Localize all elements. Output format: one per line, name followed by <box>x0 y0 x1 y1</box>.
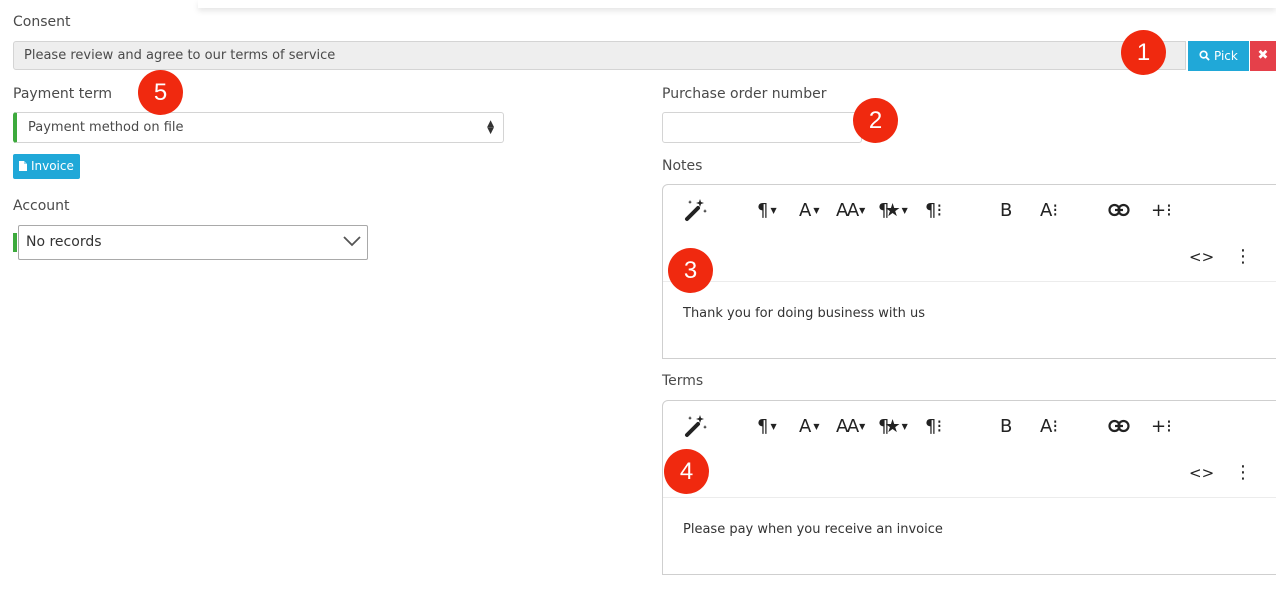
bold-button[interactable]: B <box>1000 201 1012 221</box>
link-icon <box>1108 203 1130 217</box>
more-insert-icon: +⁝ <box>1151 200 1172 221</box>
payment-term-value: Payment method on file <box>28 120 184 135</box>
more-paragraph-button[interactable]: ¶⁝ <box>925 201 942 221</box>
paragraph-style-button[interactable]: ¶★ ▼ <box>878 417 908 437</box>
consent-label: Consent <box>13 14 71 30</box>
annotation-badge-2: 2 <box>853 98 898 143</box>
more-paragraph-button[interactable]: ¶⁝ <box>925 417 942 437</box>
bold-icon: B <box>1000 416 1013 437</box>
close-icon: ✖ <box>1257 48 1269 63</box>
more-insert-button[interactable]: +⁝ <box>1151 201 1172 221</box>
more-text-icon: A⁝ <box>1040 416 1059 437</box>
account-label: Account <box>13 198 70 214</box>
font-size-button[interactable]: AA ▼ <box>836 201 865 221</box>
invoice-button-label: Invoice <box>30 159 74 173</box>
notes-content[interactable]: Thank you for doing business with us <box>683 306 925 321</box>
editor-divider <box>663 281 1276 282</box>
more-insert-icon: +⁝ <box>1151 416 1172 437</box>
more-vertical-icon: ⋮ <box>1234 246 1252 267</box>
notes-editor[interactable]: ¶ ▼ A ▼ AA ▼ ¶★ ▼ ¶⁝ B A⁝ +⁝ <> ⋮ Thank you … <box>662 184 1276 359</box>
more-text-icon: A⁝ <box>1040 200 1059 221</box>
paragraph-format-button[interactable]: ¶ ▼ <box>757 201 777 221</box>
font-family-button[interactable]: A ▼ <box>799 201 819 221</box>
font-family-icon: A <box>799 200 812 221</box>
more-text-button[interactable]: A⁝ <box>1040 201 1058 221</box>
annotation-badge-5: 5 <box>138 70 183 115</box>
terms-editor[interactable]: ¶ ▼ A ▼ AA ▼ ¶★ ▼ ¶⁝ B A⁝ +⁝ <> ⋮ Please pay… <box>662 400 1276 575</box>
link-icon <box>1108 419 1130 433</box>
magic-wand-icon[interactable] <box>683 414 709 443</box>
more-insert-button[interactable]: +⁝ <box>1151 417 1172 437</box>
sort-arrows-icon: ▲ ▼ <box>487 119 494 136</box>
font-family-button[interactable]: A ▼ <box>799 417 819 437</box>
more-text-button[interactable]: A⁝ <box>1040 417 1058 437</box>
clear-consent-button[interactable]: ✖ <box>1250 41 1276 71</box>
search-icon <box>1199 50 1210 61</box>
font-size-button[interactable]: AA ▼ <box>836 417 865 437</box>
consent-value: Please review and agree to our terms of … <box>24 48 336 63</box>
code-view-icon: <> <box>1189 248 1215 266</box>
bold-button[interactable]: B <box>1000 417 1012 437</box>
code-view-icon: <> <box>1189 464 1215 482</box>
code-view-button[interactable]: <> <box>1189 463 1214 483</box>
insert-link-button[interactable] <box>1108 418 1130 438</box>
paragraph-style-button[interactable]: ¶★ ▼ <box>878 201 908 221</box>
more-menu-button[interactable]: ⋮ <box>1234 463 1252 483</box>
paragraph-style-icon: ¶★ <box>878 200 900 221</box>
bold-icon: B <box>1000 200 1013 221</box>
document-icon <box>19 161 28 171</box>
purchase-order-label: Purchase order number <box>662 86 827 102</box>
account-value: No records <box>26 234 102 250</box>
chevron-down-icon <box>343 236 361 247</box>
annotation-badge-4: 4 <box>664 449 709 494</box>
invoice-button[interactable]: Invoice <box>13 154 80 179</box>
payment-term-label: Payment term <box>13 86 112 102</box>
pick-button[interactable]: Pick <box>1188 41 1249 71</box>
top-panel-edge <box>198 0 1276 8</box>
paragraph-style-icon: ¶★ <box>878 416 900 437</box>
purchase-order-input[interactable] <box>662 112 862 143</box>
magic-wand-icon[interactable] <box>683 198 709 227</box>
code-view-button[interactable]: <> <box>1189 247 1214 267</box>
notes-label: Notes <box>662 158 703 174</box>
paragraph-format-button[interactable]: ¶ ▼ <box>757 417 777 437</box>
more-vertical-icon: ⋮ <box>1234 462 1252 483</box>
required-marker <box>13 233 17 252</box>
more-paragraph-icon: ¶⁝ <box>925 416 943 437</box>
account-select[interactable]: No records <box>18 225 368 260</box>
paragraph-format-icon: ¶ <box>757 200 769 221</box>
more-paragraph-icon: ¶⁝ <box>925 200 943 221</box>
annotation-badge-1: 1 <box>1121 30 1166 75</box>
font-size-icon: AA <box>836 200 859 221</box>
annotation-badge-3: 3 <box>668 248 713 293</box>
font-family-icon: A <box>799 416 812 437</box>
font-size-icon: AA <box>836 416 859 437</box>
terms-label: Terms <box>662 373 704 389</box>
more-menu-button[interactable]: ⋮ <box>1234 247 1252 267</box>
pick-button-label: Pick <box>1213 49 1238 63</box>
terms-content[interactable]: Please pay when you receive an invoice <box>683 522 943 537</box>
editor-divider <box>663 497 1276 498</box>
paragraph-format-icon: ¶ <box>757 416 769 437</box>
payment-term-select[interactable]: Payment method on file ▲ ▼ <box>13 112 504 143</box>
consent-field[interactable]: Please review and agree to our terms of … <box>13 41 1186 70</box>
insert-link-button[interactable] <box>1108 202 1130 222</box>
